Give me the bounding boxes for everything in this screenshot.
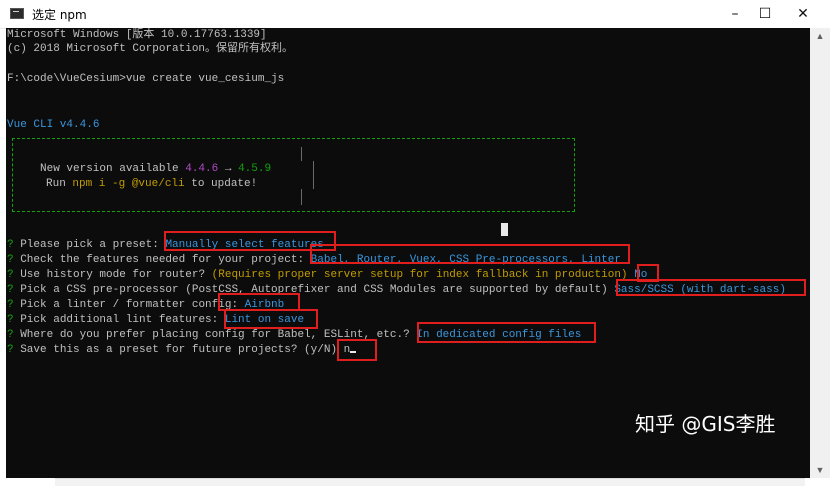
box-inner-border: [313, 161, 314, 189]
prompt-question: Pick a CSS pre-processor (PostCSS, Autop…: [13, 284, 615, 296]
prompt-line: ? Save this as a preset for future proje…: [7, 343, 357, 357]
prompt-question: Check the features needed for your proje…: [13, 254, 311, 266]
current-version: 4.4.6: [185, 163, 219, 175]
command-line: F:\code\VueCesium>vue create vue_cesium_…: [7, 73, 285, 85]
prompt-mark: ?: [7, 254, 14, 266]
prompt-mark: ?: [7, 284, 14, 296]
annotation-highlight: [310, 244, 630, 264]
watermark: 知乎 @GIS李胜: [635, 412, 776, 436]
prompt-mark: ?: [7, 269, 14, 281]
run-label: Run: [46, 178, 73, 190]
window-title: 选定 npm: [32, 8, 87, 22]
prompt-mark: ?: [7, 344, 14, 356]
annotation-highlight: [616, 279, 806, 296]
console-app-icon: [10, 8, 24, 19]
update-command: npm i -g @vue/cli: [72, 178, 185, 190]
prompt-line: ? Use history mode for router? (Requires…: [7, 268, 647, 282]
os-version-line: Microsoft Windows [版本 10.0.17763.1339]: [7, 29, 267, 41]
new-version-label: New version available: [40, 163, 186, 175]
prompt-question: Save this as a preset for future project…: [13, 344, 344, 356]
prompt-question: Please pick a preset:: [13, 239, 166, 251]
box-inner-border: [301, 189, 302, 205]
scroll-down-arrow-icon[interactable]: ▼: [810, 462, 830, 478]
prompt-mark: ?: [7, 329, 14, 341]
annotation-highlight: [224, 309, 318, 329]
close-button[interactable]: ✕: [784, 0, 822, 28]
new-version-line: New version available 4.4.6 → 4.5.9: [40, 162, 271, 176]
prompt-mark: ?: [7, 239, 14, 251]
console-window: 选定 npm – ☐ ✕ Microsoft Windows [版本 10.0.…: [0, 0, 830, 486]
copyright-line: (c) 2018 Microsoft Corporation。保留所有权利。: [7, 43, 294, 55]
run-suffix: to update!: [184, 178, 258, 190]
latest-version: 4.5.9: [238, 163, 272, 175]
maximize-button[interactable]: ☐: [746, 0, 784, 28]
cli-version: Vue CLI v4.4.6: [7, 119, 100, 131]
prompt-mark: ?: [7, 299, 14, 311]
prompt-mark: ?: [7, 314, 14, 326]
vertical-scrollbar[interactable]: ▲ ▼: [810, 28, 830, 478]
title-bar[interactable]: 选定 npm – ☐ ✕: [0, 0, 830, 29]
annotation-highlight: [337, 339, 377, 361]
prompt-question: Pick a linter / formatter config:: [13, 299, 245, 311]
version-arrow: →: [218, 163, 239, 175]
prompt-question: Pick additional lint features:: [13, 314, 225, 326]
scroll-up-arrow-icon[interactable]: ▲: [810, 28, 830, 44]
update-command-line: Run npm i -g @vue/cli to update!: [46, 177, 257, 191]
box-inner-border: [301, 147, 302, 161]
prompt-hint: (Requires proper server setup for index …: [211, 269, 628, 281]
text-cursor: [501, 223, 508, 236]
prompt-question: Use history mode for router?: [13, 269, 212, 281]
annotation-highlight: [417, 322, 596, 343]
